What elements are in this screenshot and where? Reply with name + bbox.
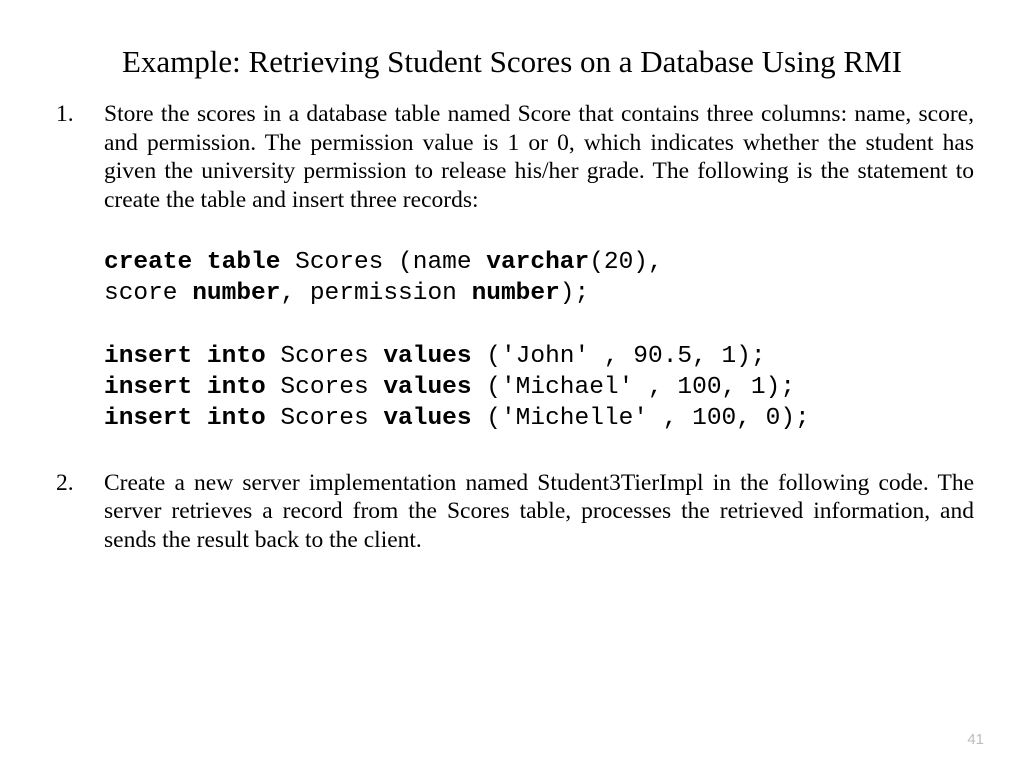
code-text: Scores <box>266 374 384 401</box>
list-number: 2. <box>50 469 104 555</box>
code-text: , permission <box>280 280 471 307</box>
code-keyword: insert into <box>104 343 266 370</box>
code-keyword: insert into <box>104 374 266 401</box>
code-text: score <box>104 280 192 307</box>
slide-title: Example: Retrieving Student Scores on a … <box>50 44 974 80</box>
code-keyword: values <box>383 343 471 370</box>
slide: Example: Retrieving Student Scores on a … <box>0 0 1024 768</box>
code-text: Scores <box>266 405 384 432</box>
code-keyword: number <box>472 280 560 307</box>
list-body: Store the scores in a database table nam… <box>104 100 974 215</box>
code-block: create table Scores (name varchar(20), s… <box>104 247 974 435</box>
code-text: ); <box>560 280 589 307</box>
code-keyword: number <box>192 280 280 307</box>
code-text: (20), <box>589 249 663 276</box>
code-text: ('Michelle' , 100, 0); <box>472 405 810 432</box>
list-item-2: 2. Create a new server implementation na… <box>50 469 974 555</box>
code-text: Scores <box>266 343 384 370</box>
code-keyword: insert into <box>104 405 266 432</box>
page-number: 41 <box>967 731 984 748</box>
code-text: Scores (name <box>280 249 486 276</box>
code-keyword: values <box>383 374 471 401</box>
code-keyword: values <box>383 405 471 432</box>
code-keyword: create table <box>104 249 280 276</box>
code-text: ('John' , 90.5, 1); <box>472 343 766 370</box>
list-item-1: 1. Store the scores in a database table … <box>50 100 974 215</box>
code-text: ('Michael' , 100, 1); <box>472 374 795 401</box>
code-keyword: varchar <box>486 249 589 276</box>
list-number: 1. <box>50 100 104 215</box>
list-body: Create a new server implementation named… <box>104 469 974 555</box>
